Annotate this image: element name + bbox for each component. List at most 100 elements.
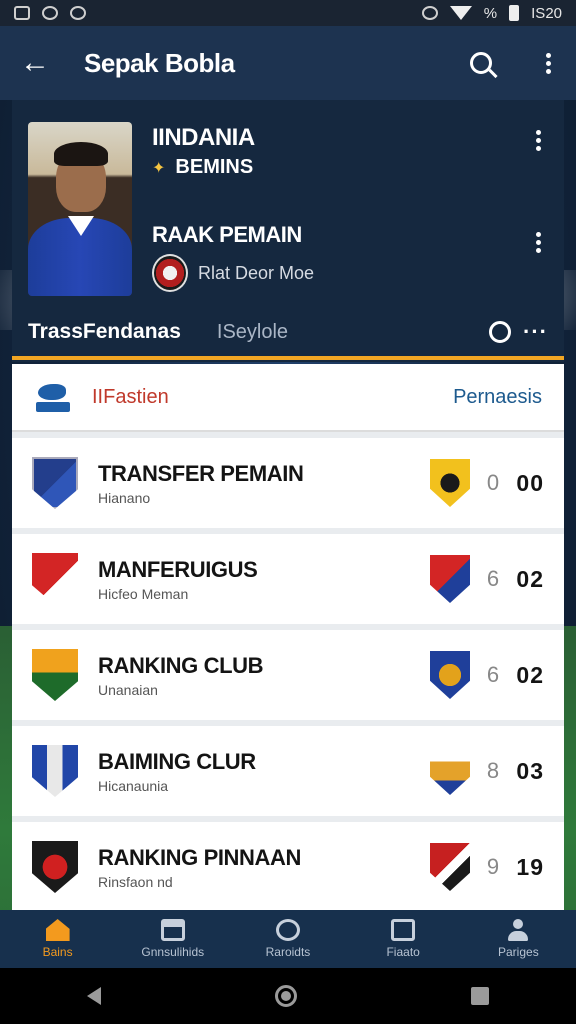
circle-icon[interactable] — [489, 321, 512, 343]
system-home-icon[interactable] — [275, 985, 297, 1007]
opponent-crest-icon — [430, 843, 470, 891]
tab-transfers[interactable]: TrassFendanas — [28, 320, 181, 344]
club-crest-icon — [32, 745, 78, 797]
battery-percent: % — [483, 4, 498, 22]
list-item[interactable]: RANKING PINNAAN Rinsfaon nd 9 19 — [12, 822, 564, 912]
profile-options-icon[interactable] — [530, 130, 546, 151]
refresh-icon — [275, 919, 300, 941]
nav-results[interactable]: Raroidts — [238, 919, 338, 959]
status-bar: % IS20 — [0, 0, 576, 26]
system-recents-icon[interactable] — [471, 987, 489, 1005]
opponent-crest-icon — [430, 555, 470, 603]
club-crest-icon — [32, 841, 78, 893]
score-b: 19 — [516, 853, 544, 880]
more-horizontal-icon[interactable]: ··· — [523, 319, 548, 345]
list-item-text: RANKING CLUB Unanaian — [98, 653, 430, 698]
nav-fixtures[interactable]: Fiaato — [353, 919, 453, 959]
status-right: % IS20 — [421, 4, 562, 22]
list-item-score: 9 19 — [484, 854, 544, 881]
score-b: 03 — [516, 757, 544, 784]
score-b: 00 — [516, 469, 544, 496]
score-a: 6 — [486, 566, 500, 591]
list-item[interactable]: RANKING CLUB Unanaian 6 02 — [12, 630, 564, 720]
list-item-text: MANFERUIGUS Hicfeo Meman — [98, 557, 430, 602]
status-left — [14, 6, 86, 20]
opponent-crest-icon — [430, 651, 470, 699]
list-item[interactable]: MANFERUIGUS Hicfeo Meman 6 02 — [12, 534, 564, 624]
tab-bar: TrassFendanas ISeylole ··· — [12, 308, 564, 360]
list-item-score: 6 02 — [484, 662, 544, 689]
opponent-crest-icon — [430, 459, 470, 507]
home-icon — [45, 919, 70, 941]
score-a: 0 — [486, 470, 500, 495]
rank-options-icon[interactable] — [530, 232, 546, 253]
search-icon[interactable] — [470, 52, 492, 74]
blocked-notification-icon — [70, 6, 86, 20]
app-bar: ← Sepak Bobla — [0, 26, 576, 100]
list-item[interactable]: TRANSFER PEMAIN Hianano 0 00 — [12, 438, 564, 528]
system-navigation-bar — [0, 968, 576, 1024]
club-name: Rlat Deor Moe — [198, 262, 315, 283]
nav-label: Pariges — [498, 945, 539, 959]
list-item-subtitle: Hianano — [98, 489, 151, 506]
bottom-navigation: Bains Gnnsulihids Raroidts Fiaato Parige… — [0, 910, 576, 968]
player-role-label: BEMINS — [175, 156, 254, 178]
player-role: ✦ BEMINS — [152, 156, 253, 179]
score-a: 8 — [486, 758, 500, 783]
list-item-score: 6 02 — [484, 566, 544, 593]
bird-logo-icon — [34, 382, 72, 412]
score-b: 02 — [516, 661, 544, 688]
player-profile-card: IINDANIA ✦ BEMINS RAAK PEMAIN Rlat Deor … — [12, 100, 564, 362]
club-crest-icon — [32, 553, 78, 605]
tab-schedule[interactable]: ISeylole — [217, 321, 489, 344]
club-crest-icon — [32, 649, 78, 701]
camera-notification-icon — [42, 6, 58, 20]
nav-clubs[interactable]: Gnnsulihids — [123, 919, 223, 959]
club-crest-icon — [152, 254, 188, 292]
nav-home[interactable]: Bains — [8, 919, 108, 959]
list-item-text: BAIMING CLUR Hicanaunia — [98, 749, 430, 794]
trophy-icon: ✦ — [152, 159, 166, 177]
nav-label: Bains — [42, 945, 73, 959]
list-header-left: IIFastien — [92, 385, 169, 408]
battery-icon — [509, 5, 520, 21]
list-item[interactable]: BAIMING CLUR Hicanaunia 8 03 — [12, 726, 564, 816]
opponent-crest-icon — [430, 747, 470, 795]
more-options-icon[interactable] — [540, 52, 556, 74]
player-photo — [28, 122, 132, 296]
list-header-right[interactable]: Pernaesis — [453, 386, 542, 409]
clock: IS20 — [531, 4, 562, 22]
list-item-score: 0 00 — [484, 470, 544, 497]
tab-actions: ··· — [489, 319, 548, 345]
nav-profile[interactable]: Pariges — [468, 919, 568, 959]
system-back-icon[interactable] — [87, 987, 101, 1005]
player-name: IINDANIA — [152, 124, 255, 151]
card-icon — [391, 919, 416, 941]
list-item-subtitle: Hicanaunia — [98, 777, 169, 794]
list-header: IIFastien Pernaesis — [12, 364, 564, 432]
list-item-subtitle: Unanaian — [98, 681, 158, 698]
nav-label: Raroidts — [265, 945, 311, 959]
list-item-text: TRANSFER PEMAIN Hianano — [98, 461, 430, 506]
list-item-title: BAIMING CLUR — [98, 748, 256, 774]
app-title: Sepak Bobla — [84, 47, 235, 78]
person-icon — [506, 919, 530, 941]
rank-title: RAAK PEMAIN — [152, 222, 302, 247]
nav-label: Fiaato — [386, 945, 420, 959]
club-crest-icon — [32, 457, 78, 509]
score-a: 6 — [486, 662, 500, 687]
wifi-icon — [449, 6, 472, 20]
alarm-icon — [421, 6, 438, 20]
player-hair — [54, 142, 108, 166]
building-icon — [160, 919, 185, 941]
list-item-title: TRANSFER PEMAIN — [98, 460, 304, 486]
transfer-list: IIFastien Pernaesis TRANSFER PEMAIN Hian… — [12, 364, 564, 912]
back-arrow-icon[interactable]: ← — [20, 46, 64, 80]
list-item-title: RANKING PINNAAN — [98, 844, 302, 870]
list-item-subtitle: Hicfeo Meman — [98, 585, 189, 602]
list-item-text: RANKING PINNAAN Rinsfaon nd — [98, 845, 430, 890]
score-a: 9 — [486, 854, 500, 879]
list-item-subtitle: Rinsfaon nd — [98, 873, 173, 890]
list-item-title: MANFERUIGUS — [98, 556, 258, 582]
score-b: 02 — [516, 565, 544, 592]
